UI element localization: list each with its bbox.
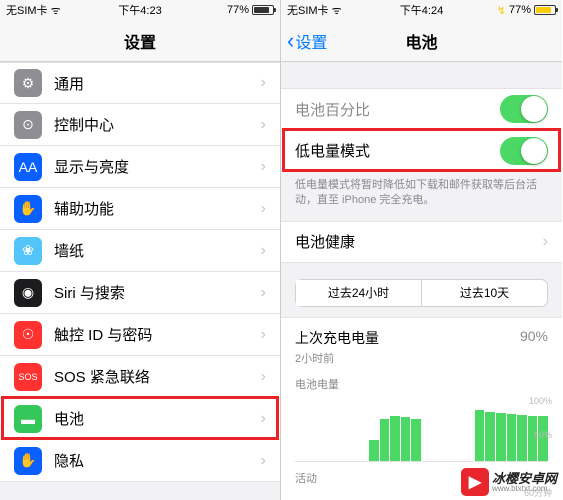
settings-row[interactable]: ⚙ 通用› xyxy=(0,62,280,104)
wifi-icon: ᯤ xyxy=(332,5,342,17)
settings-screen: 无SIM卡 ᯤ 下午4:23 77% 设置 ⚙通用›⊙控制中心›AA显示与亮度›… xyxy=(0,0,281,500)
settings-list[interactable]: ⚙通用›⊙控制中心›AA显示与亮度›✋辅助功能›❀墙纸›◉Siri 与搜索›☉触… xyxy=(0,62,280,500)
row-label: 隐私 xyxy=(54,450,261,471)
watermark-logo-icon: ▶ xyxy=(461,468,489,496)
watermark: ▶ 冰樱安卓网 www.btxtxt.com xyxy=(461,468,557,496)
status-time: 下午4:24 xyxy=(400,2,443,18)
row-label: 通用 xyxy=(54,73,261,94)
chevron-right-icon: › xyxy=(261,74,266,92)
time-range-segment[interactable]: 过去24小时 过去10天 xyxy=(295,279,548,307)
settings-row[interactable]: AA 显示与亮度› xyxy=(0,146,280,188)
last-charge-value: 90% xyxy=(520,328,548,344)
battery-pct-toggle[interactable] xyxy=(500,95,548,123)
row-label: 显示与亮度 xyxy=(54,156,261,177)
battery-health-row[interactable]: 电池健康 › xyxy=(281,221,562,263)
status-bar: 无SIM卡 ᯤ 下午4:24 ↯ 77% xyxy=(281,0,562,20)
row-icon: ✋ xyxy=(14,195,42,223)
chevron-right-icon: › xyxy=(261,200,266,218)
battery-percentage-row[interactable]: 电池百分比 xyxy=(281,88,562,130)
settings-row[interactable]: ▬ 电池› xyxy=(0,398,280,440)
settings-row[interactable]: ⊙ 控制中心› xyxy=(0,104,280,146)
low-power-toggle[interactable] xyxy=(500,137,548,165)
back-button[interactable]: ‹ 设置 xyxy=(287,29,327,53)
row-icon: ▬ xyxy=(14,405,42,433)
chevron-right-icon: › xyxy=(261,158,266,176)
page-title: 设置 xyxy=(124,29,156,53)
chevron-right-icon: › xyxy=(261,116,266,134)
row-label: 触控 ID 与密码 xyxy=(54,324,261,345)
chevron-left-icon: ‹ xyxy=(287,30,294,52)
row-icon: ❀ xyxy=(14,237,42,265)
last-charge-title: 上次充电电量 xyxy=(295,328,548,348)
last-charge-sub: 2小时前 xyxy=(295,350,548,366)
chevron-right-icon: › xyxy=(261,452,266,470)
battery-screen: 无SIM卡 ᯤ 下午4:24 ↯ 77% ‹ 设置 电池 电池百分比 低电量模式… xyxy=(281,0,562,500)
row-icon: ✋ xyxy=(14,447,42,475)
level-bars: 100% 50% xyxy=(295,400,548,462)
chevron-right-icon: › xyxy=(261,242,266,260)
row-icon: ◉ xyxy=(14,279,42,307)
low-power-mode-row[interactable]: 低电量模式 xyxy=(281,130,562,172)
chevron-right-icon: › xyxy=(261,410,266,428)
chevron-right-icon: › xyxy=(543,233,548,251)
row-icon: ☉ xyxy=(14,321,42,349)
chevron-right-icon: › xyxy=(261,284,266,302)
row-label: SOS 紧急联络 xyxy=(54,366,261,387)
battery-icon xyxy=(252,5,274,15)
settings-row[interactable]: ✋ 辅助功能› xyxy=(0,188,280,230)
row-label: 辅助功能 xyxy=(54,198,261,219)
chevron-right-icon: › xyxy=(261,368,266,386)
low-power-description: 低电量模式将暂时降低如下载和邮件获取等后台活动，直至 iPhone 完全充电。 xyxy=(281,172,562,221)
settings-row[interactable]: ✋ 隐私› xyxy=(0,440,280,482)
page-title: 电池 xyxy=(405,29,437,53)
row-icon: ⚙ xyxy=(14,69,42,97)
row-label: 控制中心 xyxy=(54,114,261,135)
row-icon: SOS xyxy=(14,363,42,391)
wifi-icon: ᯤ xyxy=(51,5,61,17)
row-label: 墙纸 xyxy=(54,240,261,261)
settings-row[interactable]: ❀ 墙纸› xyxy=(0,230,280,272)
row-icon: AA xyxy=(14,153,42,181)
settings-row[interactable]: ☉ 触控 ID 与密码› xyxy=(0,314,280,356)
row-icon: ⊙ xyxy=(14,111,42,139)
nav-bar: ‹ 设置 电池 xyxy=(281,20,562,62)
status-time: 下午4:23 xyxy=(118,2,161,18)
row-label: 电池 xyxy=(54,408,261,429)
settings-row[interactable]: ◉ Siri 与搜索› xyxy=(0,272,280,314)
settings-row[interactable]: SOS SOS 紧急联络› xyxy=(0,356,280,398)
row-label: Siri 与搜索 xyxy=(54,282,261,303)
seg-10d[interactable]: 过去10天 xyxy=(422,280,547,306)
battery-icon xyxy=(534,5,556,15)
seg-24h[interactable]: 过去24小时 xyxy=(296,280,422,306)
status-bar: 无SIM卡 ᯤ 下午4:23 77% xyxy=(0,0,280,20)
low-power-icon: ↯ xyxy=(497,4,506,17)
nav-bar: 设置 xyxy=(0,20,280,62)
chevron-right-icon: › xyxy=(261,326,266,344)
